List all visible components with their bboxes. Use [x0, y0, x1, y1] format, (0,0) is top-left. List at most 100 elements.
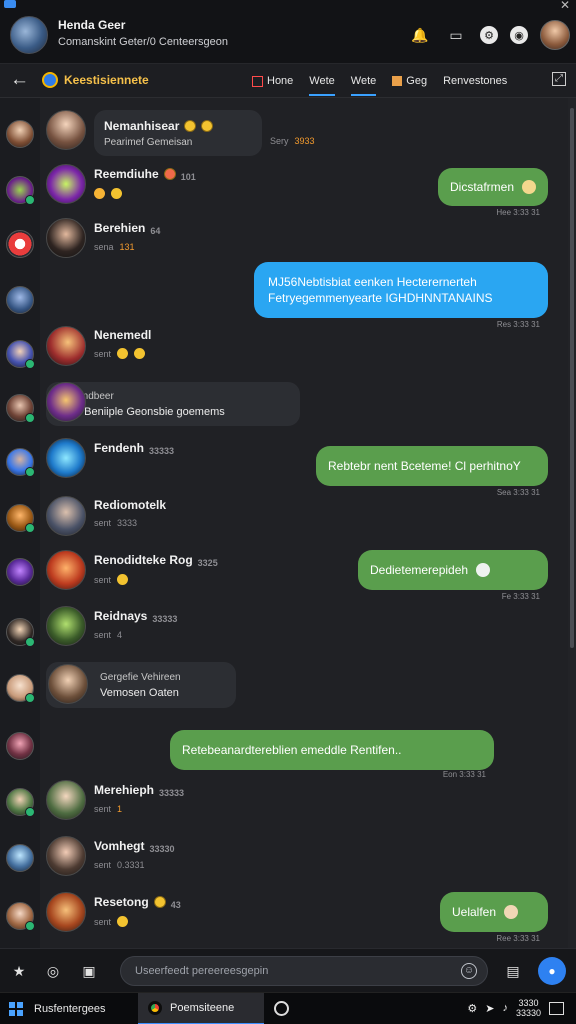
meta-label: sent	[94, 804, 112, 814]
message-meta: sent 3333	[94, 518, 166, 528]
emoji-icon	[201, 119, 214, 132]
meta-count: 3325	[197, 558, 218, 568]
sender-name: Resetong 43	[94, 894, 181, 910]
taskbar-app-label: Poemsiteene	[170, 1002, 235, 1014]
meta-count: 33330	[149, 844, 175, 854]
chat-scrollbar[interactable]	[568, 98, 576, 948]
tab-geg[interactable]: Geg	[384, 64, 435, 98]
sender-avatar[interactable]	[46, 218, 86, 258]
online-badge	[25, 413, 35, 423]
user-avatar[interactable]	[540, 20, 570, 50]
send-icon[interactable]: ➤	[485, 1002, 494, 1015]
notification-icon[interactable]	[549, 1001, 564, 1015]
clock-date: 33330	[515, 1008, 541, 1018]
message-row: Rediomotelk sent 3333	[46, 496, 166, 536]
message-timestamp: Res 3:33 31	[496, 320, 540, 329]
contact-avatar[interactable]	[6, 558, 34, 586]
back-arrow-icon[interactable]: ←	[10, 69, 29, 91]
sender-avatar[interactable]	[46, 382, 86, 422]
outgoing-message[interactable]: Dedietemerepideh	[358, 550, 548, 590]
sender-avatar[interactable]	[46, 496, 86, 536]
title-bar-icons: 🔔 ▭ ⚙ ◉	[408, 20, 570, 50]
contact-avatar[interactable]	[6, 230, 34, 258]
clock[interactable]: 3330 33330	[516, 998, 541, 1018]
sticker-icon[interactable]: ▣	[78, 960, 100, 982]
message-timestamp: Eon 3:33 31	[442, 770, 486, 779]
message-input[interactable]: Useerfeedt pereereesgepin ☺	[120, 956, 488, 986]
sender-name: Gergefie Vehireen	[100, 671, 181, 683]
gear-icon[interactable]: ⚙	[467, 1002, 477, 1015]
taskbar: Rusfentergees Poemsiteene ⚙ ➤ ♪ 3330 3333…	[0, 992, 576, 1024]
send-button[interactable]: ●	[538, 957, 566, 985]
sender-avatar[interactable]	[46, 110, 86, 150]
meta-count: 33333	[159, 788, 185, 798]
online-badge	[25, 807, 35, 817]
contact-avatar[interactable]	[6, 448, 35, 477]
message-row: Nenemedl sent	[46, 326, 151, 366]
tab-home[interactable]: Hone	[244, 64, 301, 98]
contact-avatar[interactable]	[6, 902, 35, 931]
contact-avatar[interactable]	[6, 844, 34, 872]
contact-avatar[interactable]	[6, 788, 35, 817]
profile-avatar[interactable]	[10, 16, 48, 54]
tab-wete-secondary[interactable]: Wete	[343, 64, 384, 98]
emoji-icon	[117, 348, 129, 359]
settings-gear-icon[interactable]: ⚙	[480, 26, 498, 44]
contact-avatar[interactable]	[6, 394, 35, 423]
sender-avatar[interactable]	[46, 164, 86, 204]
message-meta: sena 131	[94, 242, 160, 252]
message-row: Vomhegt 33330 sent 0.3331	[46, 836, 174, 876]
taskbar-search[interactable]: Rusfentergees	[34, 1003, 106, 1015]
sender-avatar[interactable]	[46, 780, 86, 820]
message-card[interactable]: Nemanhisear Pearimef Gemeisan	[94, 110, 262, 156]
sender-name-text: Merehieph	[94, 783, 155, 797]
meta-count: 1	[117, 804, 123, 814]
tab-wete[interactable]: Wete	[301, 64, 342, 98]
notification-bell-icon[interactable]: 🔔	[408, 23, 432, 47]
camera-icon[interactable]: ◎	[42, 960, 64, 982]
outgoing-message[interactable]: Dicstafrmen	[437, 168, 548, 206]
sender-name: Rediomotelk	[94, 498, 166, 512]
message-row: Fendenh 33333	[46, 438, 174, 478]
outgoing-message[interactable]: MJ56Nebtisbiat eenken Hecterernerteh Fet…	[254, 262, 548, 318]
contact-avatar[interactable]	[6, 618, 35, 647]
sender-name: Renodidteke Rog 3325	[94, 552, 218, 568]
timer-icon[interactable]	[274, 1001, 289, 1016]
emoji-icon	[184, 119, 197, 132]
contact-avatar[interactable]	[6, 732, 34, 760]
sender-name: Reemdiuhe 101	[94, 166, 196, 182]
meta-count: 3333	[117, 518, 138, 528]
message-row: Nemanhisear Pearimef Gemeisan Sery 3933	[46, 110, 315, 156]
message-meta: sent 4	[94, 630, 177, 640]
expand-icon[interactable]: ⤢	[552, 72, 566, 86]
message-icon[interactable]: ▭	[444, 23, 468, 47]
contact-avatar[interactable]	[6, 340, 35, 369]
contact-avatar[interactable]	[6, 120, 34, 148]
sender-avatar[interactable]	[48, 664, 88, 704]
outgoing-message[interactable]: Rebtebr nent Bceteme! Cl perhitnoY	[316, 446, 548, 486]
emoji-icon	[134, 348, 146, 359]
outgoing-message[interactable]: Uelalfen	[440, 892, 548, 932]
sender-avatar[interactable]	[46, 550, 86, 590]
sender-avatar[interactable]	[46, 326, 86, 366]
sender-avatar[interactable]	[46, 836, 86, 876]
close-icon[interactable]: ✕	[560, 0, 570, 12]
contact-avatar[interactable]	[6, 286, 34, 314]
emoji-picker-icon[interactable]: ☺	[461, 963, 477, 979]
sender-avatar[interactable]	[46, 892, 86, 932]
sender-avatar[interactable]	[46, 606, 86, 646]
message-meta: sent	[94, 916, 181, 927]
sender-avatar[interactable]	[46, 438, 86, 478]
contact-avatar[interactable]	[6, 176, 35, 205]
scroll-thumb[interactable]	[570, 108, 574, 648]
taskbar-app-button[interactable]: Poemsiteene	[138, 993, 264, 1024]
windows-start-icon[interactable]	[9, 1002, 23, 1016]
gallery-icon[interactable]: ▤	[502, 960, 524, 982]
outgoing-message[interactable]: Retebeanardtereblien emeddle Rentifen..	[170, 730, 494, 770]
volume-icon[interactable]: ♪	[502, 1002, 508, 1014]
contact-avatar[interactable]	[6, 504, 35, 533]
tab-renvestones[interactable]: Renvestones	[435, 64, 515, 98]
location-pin-icon[interactable]: ◉	[510, 26, 528, 44]
favorites-icon[interactable]: ★	[8, 960, 30, 982]
contact-avatar[interactable]	[6, 674, 35, 703]
